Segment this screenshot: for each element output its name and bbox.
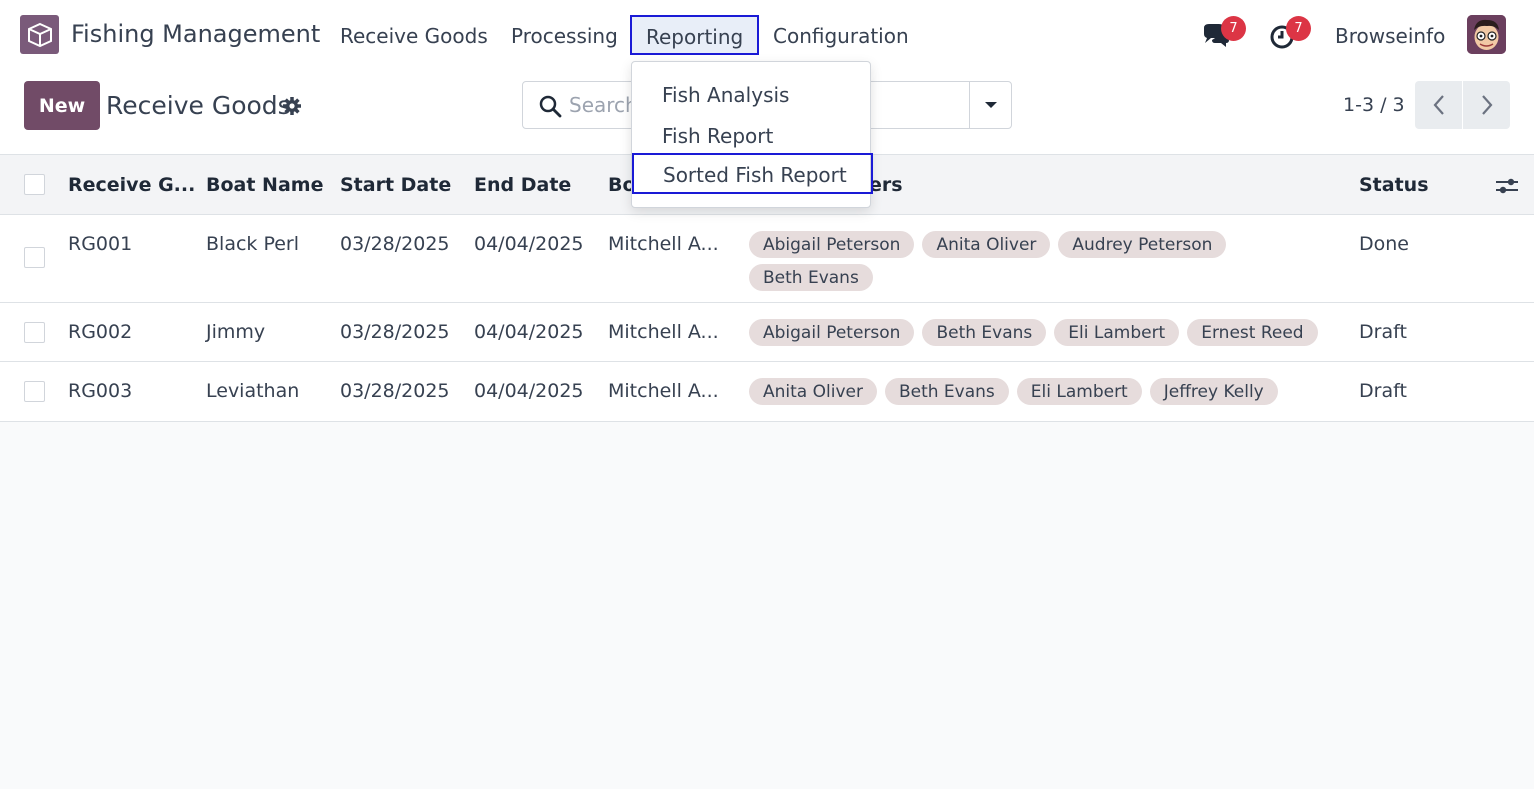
search-icon [538, 94, 562, 118]
cell-reference: RG003 [68, 380, 133, 402]
gear-icon[interactable] [282, 96, 302, 116]
cell-end-date: 04/04/2025 [474, 380, 584, 402]
search-options-toggle[interactable] [969, 82, 1012, 128]
worker-tag: Audrey Peterson [1058, 231, 1227, 258]
cell-boatman: Mitchell A... [608, 380, 719, 402]
table-row[interactable]: RG001 Black Perl 03/28/2025 04/04/2025 M… [0, 215, 1534, 303]
menu-receive-goods[interactable]: Receive Goods [340, 24, 488, 48]
cell-boat-name: Jimmy [206, 321, 266, 343]
cell-end-date: 04/04/2025 [474, 321, 584, 343]
column-status[interactable]: Status [1359, 174, 1429, 196]
table-row[interactable]: RG003 Leviathan 03/28/2025 04/04/2025 Mi… [0, 362, 1534, 422]
menu-processing[interactable]: Processing [511, 24, 618, 48]
app-name[interactable]: Fishing Management [71, 20, 320, 48]
caret-down-icon [985, 102, 997, 108]
worker-tag: Beth Evans [749, 264, 873, 291]
cell-boatman: Mitchell A... [608, 233, 719, 255]
page-title[interactable]: Receive Goods [106, 91, 291, 120]
menu-item-fish-analysis[interactable]: Fish Analysis [632, 74, 870, 115]
user-avatar[interactable] [1467, 15, 1506, 54]
cell-start-date: 03/28/2025 [340, 321, 450, 343]
cell-boatman: Mitchell A... [608, 321, 719, 343]
row-checkbox[interactable] [24, 381, 45, 402]
cell-status: Draft [1359, 380, 1407, 402]
cell-reference: RG001 [68, 233, 133, 255]
cell-boat-name: Black Perl [206, 233, 300, 255]
new-button[interactable]: New [24, 81, 100, 130]
optional-columns-icon[interactable] [1495, 175, 1519, 197]
cell-boat-name: Leviathan [206, 380, 300, 402]
reporting-dropdown-menu: Fish Analysis Fish Report Sorted Fish Re… [631, 61, 873, 208]
cell-workers: Abigail Peterson Anita Oliver Audrey Pet… [749, 231, 1249, 291]
worker-tag: Beth Evans [922, 319, 1047, 346]
worker-tag: Anita Oliver [749, 378, 877, 405]
worker-tag: Beth Evans [884, 378, 1009, 405]
row-checkbox[interactable] [24, 247, 45, 268]
column-start-date[interactable]: Start Date [340, 174, 451, 196]
column-workers[interactable]: ers [869, 174, 903, 196]
user-name[interactable]: Browseinfo [1335, 24, 1445, 48]
worker-tag: Eli Lambert [1016, 378, 1142, 405]
cell-workers: Abigail Peterson Beth Evans Eli Lambert … [749, 319, 1329, 346]
pager-next-button[interactable] [1463, 81, 1510, 129]
column-end-date[interactable]: End Date [474, 174, 571, 196]
chevron-left-icon [1433, 95, 1444, 115]
worker-tag: Ernest Reed [1187, 319, 1318, 346]
menu-reporting[interactable]: Reporting [630, 15, 760, 55]
fishing-app-logo-icon[interactable] [20, 15, 59, 54]
pager-value[interactable]: 1-3 / 3 [1343, 94, 1405, 116]
cell-start-date: 03/28/2025 [340, 380, 450, 402]
column-boat-name[interactable]: Boat Name [206, 174, 323, 196]
cell-reference: RG002 [68, 321, 133, 343]
menu-item-sorted-fish-report[interactable]: Sorted Fish Report [632, 153, 873, 194]
cell-status: Done [1359, 233, 1409, 255]
worker-tag: Eli Lambert [1054, 319, 1180, 346]
menu-configuration[interactable]: Configuration [773, 24, 909, 48]
cell-start-date: 03/28/2025 [340, 233, 450, 255]
worker-tag: Abigail Peterson [749, 231, 915, 258]
worker-tag: Abigail Peterson [749, 319, 915, 346]
column-receive-goods[interactable]: Receive G... [68, 174, 195, 196]
table-row[interactable]: RG002 Jimmy 03/28/2025 04/04/2025 Mitche… [0, 303, 1534, 362]
messages-badge: 7 [1221, 16, 1246, 41]
chevron-right-icon [1481, 95, 1492, 115]
worker-tag: Jeffrey Kelly [1149, 378, 1278, 405]
pager-previous-button[interactable] [1415, 81, 1462, 129]
activities-badge: 7 [1286, 16, 1311, 41]
select-all-checkbox[interactable] [24, 174, 45, 195]
cell-status: Draft [1359, 321, 1407, 343]
cell-workers: Anita Oliver Beth Evans Eli Lambert Jeff… [749, 378, 1329, 405]
worker-tag: Anita Oliver [922, 231, 1051, 258]
menu-item-fish-report[interactable]: Fish Report [632, 115, 870, 156]
top-navbar: Fishing Management Receive Goods Process… [0, 0, 1534, 70]
cell-end-date: 04/04/2025 [474, 233, 584, 255]
row-checkbox[interactable] [24, 322, 45, 343]
